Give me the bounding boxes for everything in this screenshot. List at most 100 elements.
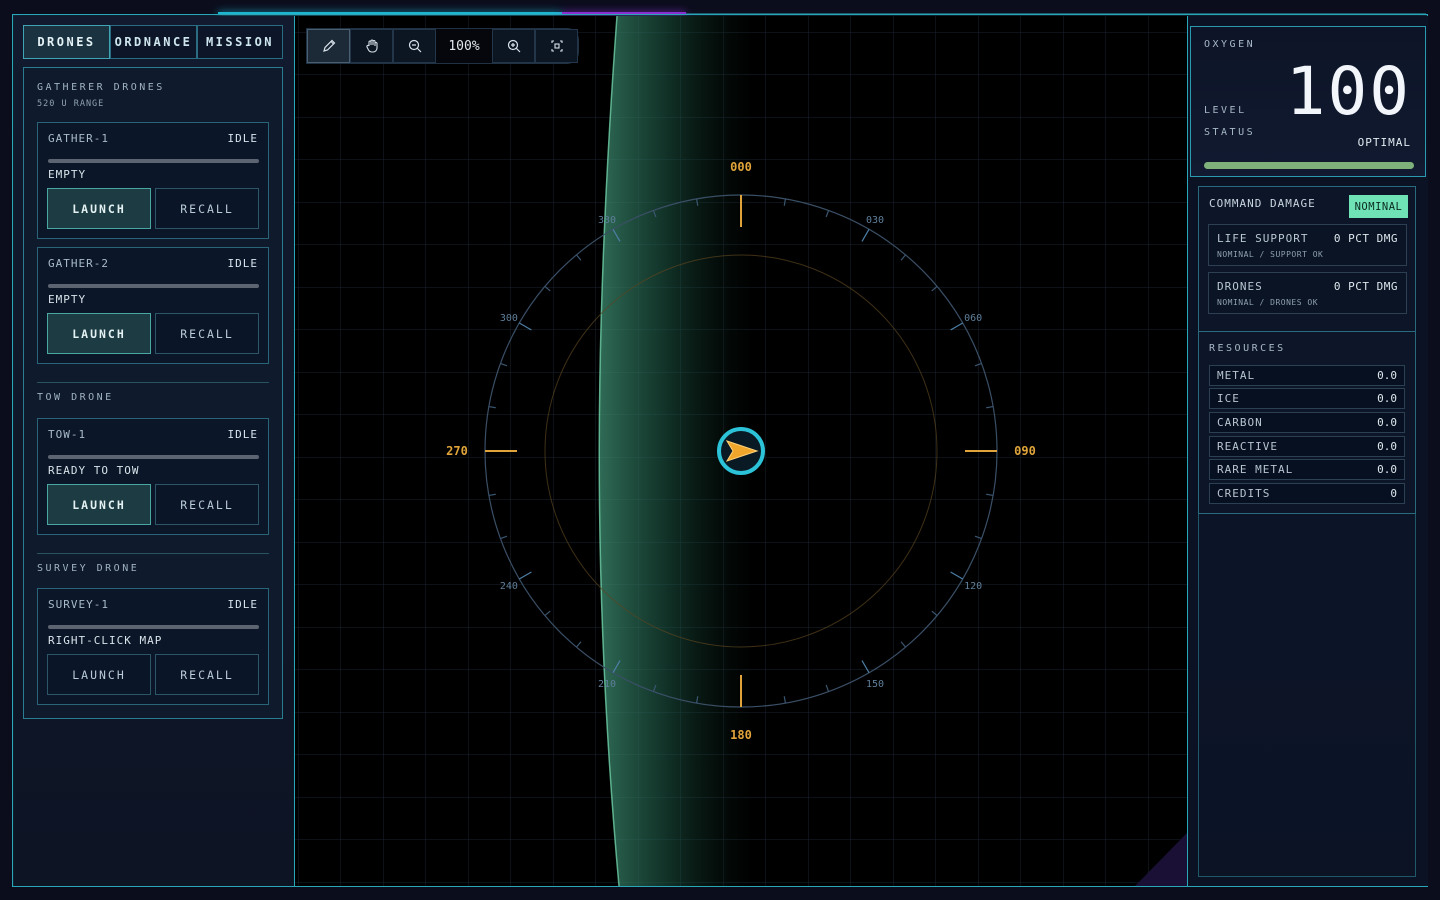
drone-list: GATHERER DRONES 520 U RANGE GATHER-1 IDL… bbox=[23, 67, 283, 719]
resource-row-rare-metal: RARE METAL 0.0 bbox=[1209, 459, 1405, 480]
resource-name: REACTIVE bbox=[1217, 440, 1278, 453]
drone-name: SURVEY-1 bbox=[48, 598, 109, 611]
launch-button[interactable]: LAUNCH bbox=[47, 313, 151, 354]
system-row-drones: DRONES 0 PCT DMG NOMINAL / DRONES OK bbox=[1208, 272, 1407, 314]
resource-name: CREDITS bbox=[1217, 487, 1271, 500]
map-canvas[interactable]: 000 090 180 270 030 060 120 150 210 240 300 330 bbox=[295, 16, 1188, 886]
compass-label: 150 bbox=[866, 679, 884, 690]
resource-row-metal: METAL 0.0 bbox=[1209, 365, 1405, 386]
oxygen-value: 100 bbox=[1285, 53, 1411, 130]
pencil-icon bbox=[322, 39, 335, 52]
zoom-level: 100% bbox=[448, 38, 480, 54]
system-name: LIFE SUPPORT bbox=[1217, 232, 1309, 245]
oxygen-title: OXYGEN bbox=[1204, 39, 1256, 50]
ship-marker[interactable] bbox=[717, 427, 765, 475]
compass-label: 330 bbox=[598, 215, 616, 226]
recall-button[interactable]: RECALL bbox=[155, 313, 259, 354]
recall-button[interactable]: RECALL bbox=[155, 188, 259, 229]
resource-row-credits: CREDITS 0 bbox=[1209, 483, 1405, 504]
resource-row-carbon: CARBON 0.0 bbox=[1209, 412, 1405, 433]
drone-status: IDLE bbox=[227, 132, 258, 145]
resource-value: 0 bbox=[1390, 487, 1397, 500]
drone-status: IDLE bbox=[227, 428, 258, 441]
compass-label: 270 bbox=[446, 444, 468, 458]
system-damage: 0 PCT DMG bbox=[1333, 280, 1398, 293]
compass-label: 030 bbox=[866, 215, 884, 226]
recall-button[interactable]: RECALL bbox=[155, 484, 259, 525]
tactical-map[interactable]: 000 090 180 270 030 060 120 150 210 240 300 330 bbox=[294, 16, 1188, 886]
resource-name: METAL bbox=[1217, 369, 1256, 382]
resource-value: 0.0 bbox=[1377, 369, 1397, 382]
fit-view-button[interactable] bbox=[535, 29, 578, 63]
compass-label: 000 bbox=[730, 160, 752, 174]
compass-label: 180 bbox=[730, 728, 752, 742]
drone-substatus: READY TO TOW bbox=[48, 464, 140, 477]
compass-label: 060 bbox=[964, 313, 982, 324]
drone-cargo-bar bbox=[48, 159, 259, 163]
status-panel: OXYGEN LEVEL STATUS 100 OPTIMAL COMMAND … bbox=[1188, 16, 1428, 886]
compass-label: 120 bbox=[964, 581, 982, 592]
resource-name: CARBON bbox=[1217, 416, 1263, 429]
oxygen-bar bbox=[1204, 162, 1414, 169]
zoom-in-icon bbox=[507, 39, 520, 53]
drone-cargo-bar bbox=[48, 625, 259, 629]
system-substatus: NOMINAL / DRONES OK bbox=[1217, 298, 1319, 307]
compass-label: 240 bbox=[500, 581, 518, 592]
compass-label: 090 bbox=[1014, 444, 1036, 458]
hand-icon bbox=[365, 39, 378, 53]
drone-panel: DRONES ORDNANCE MISSION GATHERER DRONES … bbox=[14, 16, 294, 886]
tab-ordnance[interactable]: ORDNANCE bbox=[110, 25, 197, 59]
section-title-tow: TOW DRONE bbox=[37, 392, 114, 403]
section-divider bbox=[37, 553, 269, 554]
pan-tool-button[interactable] bbox=[350, 29, 393, 63]
panel-tabs: DRONES ORDNANCE MISSION bbox=[23, 25, 283, 59]
resource-name: ICE bbox=[1217, 392, 1240, 405]
zoom-in-button[interactable] bbox=[492, 29, 535, 63]
section-title-gatherer: GATHERER DRONES bbox=[37, 82, 165, 93]
tab-mission[interactable]: MISSION bbox=[197, 25, 283, 59]
drone-cargo-bar bbox=[48, 284, 259, 288]
drone-status: IDLE bbox=[227, 598, 258, 611]
oxygen-panel: OXYGEN LEVEL STATUS 100 OPTIMAL bbox=[1190, 26, 1426, 177]
section-divider bbox=[37, 382, 269, 383]
zoom-out-button[interactable] bbox=[393, 29, 436, 63]
status-badge: NOMINAL bbox=[1349, 195, 1408, 218]
drone-card-survey-1: SURVEY-1 IDLE RIGHT-CLICK MAP LAUNCH REC… bbox=[37, 588, 269, 705]
drone-card-tow-1: TOW-1 IDLE READY TO TOW LAUNCH RECALL bbox=[37, 418, 269, 535]
launch-button[interactable]: LAUNCH bbox=[47, 654, 151, 695]
drone-cargo-bar bbox=[48, 455, 259, 459]
compass-label: 300 bbox=[500, 313, 518, 324]
oxygen-status-label: STATUS bbox=[1204, 127, 1256, 138]
damage-title: COMMAND DAMAGE bbox=[1209, 197, 1316, 210]
system-name: DRONES bbox=[1217, 280, 1263, 293]
command-damage-panel: COMMAND DAMAGE NOMINAL LIFE SUPPORT 0 PC… bbox=[1198, 186, 1416, 338]
fit-screen-icon bbox=[550, 40, 563, 52]
system-row-life-support: LIFE SUPPORT 0 PCT DMG NOMINAL / SUPPORT… bbox=[1208, 224, 1407, 266]
drone-substatus: RIGHT-CLICK MAP bbox=[48, 634, 163, 647]
resource-value: 0.0 bbox=[1377, 440, 1397, 453]
gatherer-range: 520 U RANGE bbox=[37, 99, 105, 109]
resources-title: RESOURCES bbox=[1209, 343, 1286, 354]
drone-substatus: EMPTY bbox=[48, 293, 87, 306]
empty-panel-area bbox=[1198, 514, 1416, 877]
resource-value: 0.0 bbox=[1377, 416, 1397, 429]
launch-button[interactable]: LAUNCH bbox=[47, 188, 151, 229]
tab-drones[interactable]: DRONES bbox=[23, 25, 110, 59]
resource-row-reactive: REACTIVE 0.0 bbox=[1209, 436, 1405, 457]
drone-name: GATHER-2 bbox=[48, 257, 109, 270]
resource-value: 0.0 bbox=[1377, 463, 1397, 476]
system-substatus: NOMINAL / SUPPORT OK bbox=[1217, 250, 1324, 259]
drone-card-gather-2: GATHER-2 IDLE EMPTY LAUNCH RECALL bbox=[37, 247, 269, 364]
drone-name: GATHER-1 bbox=[48, 132, 109, 145]
pencil-tool-button[interactable] bbox=[307, 29, 350, 63]
section-title-survey: SURVEY DRONE bbox=[37, 563, 140, 574]
drone-status: IDLE bbox=[227, 257, 258, 270]
drone-substatus: EMPTY bbox=[48, 168, 87, 181]
resources-panel: RESOURCES METAL 0.0 ICE 0.0 CARBON 0.0 REAC… bbox=[1198, 331, 1416, 514]
compass-label: 210 bbox=[598, 679, 616, 690]
resource-row-ice: ICE 0.0 bbox=[1209, 388, 1405, 409]
map-toolbar: 100% bbox=[306, 28, 579, 64]
launch-button[interactable]: LAUNCH bbox=[47, 484, 151, 525]
resource-value: 0.0 bbox=[1377, 392, 1397, 405]
recall-button[interactable]: RECALL bbox=[155, 654, 259, 695]
